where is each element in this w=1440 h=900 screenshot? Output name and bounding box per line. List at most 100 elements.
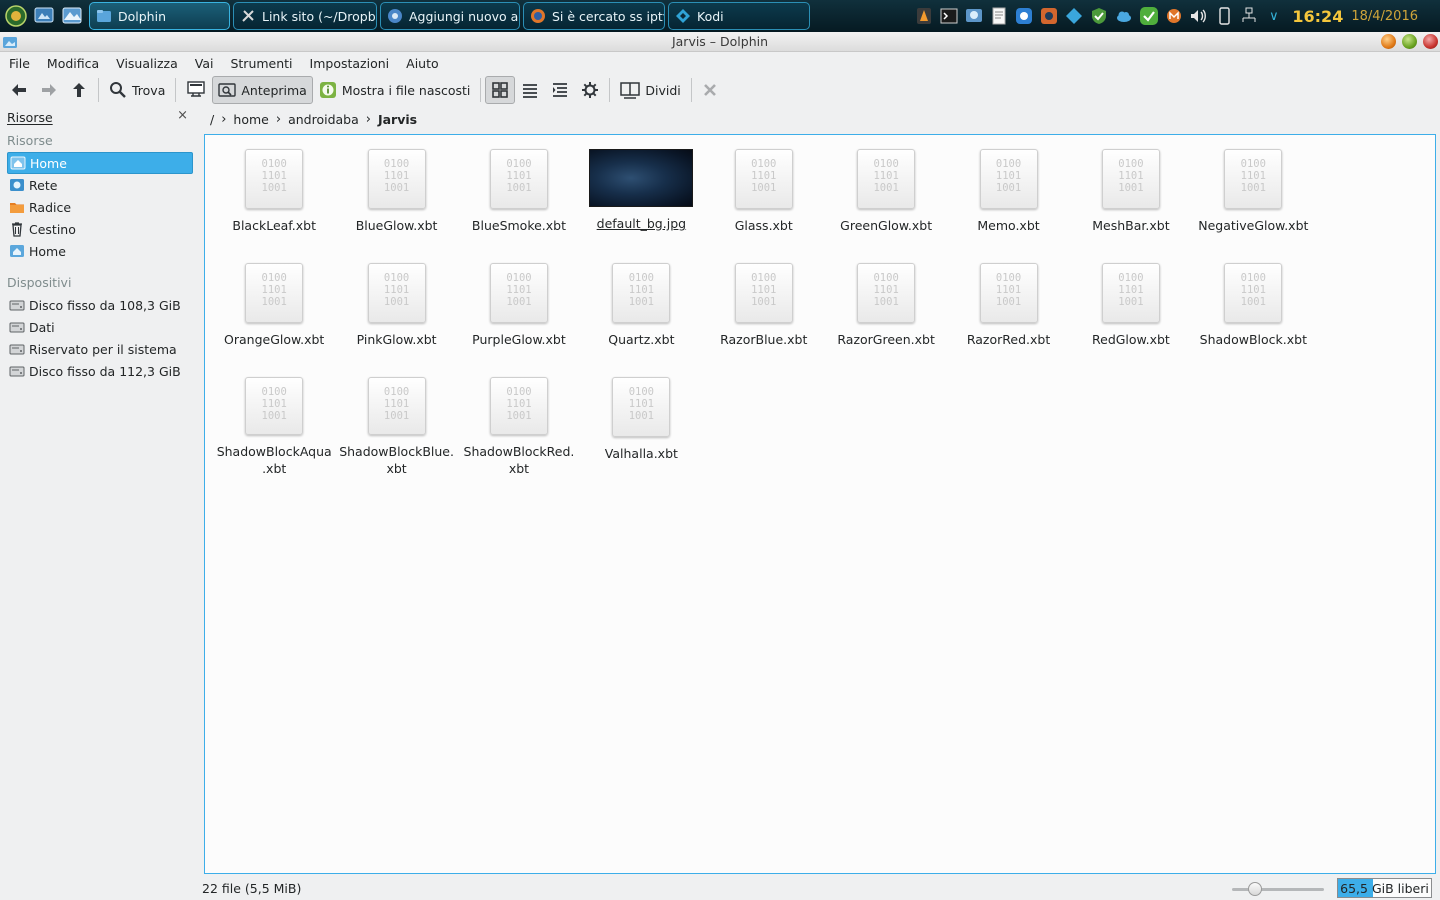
file-item[interactable]: 0100 1101 1001 PurpleGlow.xbt xyxy=(458,259,580,363)
file-item[interactable]: default_bg.jpg xyxy=(580,145,702,249)
chevron-right-icon[interactable]: › xyxy=(220,112,227,127)
devices-group-label: Dispositivi xyxy=(7,274,72,290)
showdesktop-icon[interactable] xyxy=(58,2,86,30)
breadcrumb-current[interactable]: Jarvis xyxy=(372,112,423,127)
menu-impostazioni[interactable]: Impostazioni xyxy=(310,56,390,71)
zoom-slider[interactable] xyxy=(1232,882,1324,896)
notes-icon[interactable] xyxy=(986,3,1011,29)
file-item[interactable]: 0100 1101 1001 BlueSmoke.xbt xyxy=(458,145,580,249)
device-reserved[interactable]: Riservato per il sistema xyxy=(7,338,193,360)
details-view-button[interactable] xyxy=(545,76,575,104)
chevron-right-icon[interactable]: › xyxy=(365,112,372,127)
task-link-sito[interactable]: Link sito (~/Dropb xyxy=(233,2,377,30)
task-kodi[interactable]: Kodi xyxy=(668,2,810,30)
menu-vai[interactable]: Vai xyxy=(195,56,214,71)
minimize-button[interactable] xyxy=(1381,34,1396,49)
icons-view-button[interactable] xyxy=(485,76,516,104)
menu-modifica[interactable]: Modifica xyxy=(47,56,99,71)
vlc-icon[interactable] xyxy=(911,3,936,29)
file-item[interactable]: 0100 1101 1001 Glass.xbt xyxy=(703,145,825,249)
place-network[interactable]: Rete xyxy=(7,174,193,196)
file-item[interactable]: 0100 1101 1001 NegativeGlow.xbt xyxy=(1192,145,1314,249)
binary-glyph: 0100 1101 1001 xyxy=(261,158,287,194)
task-aggiungi[interactable]: Aggiungi nuovo ar xyxy=(380,2,520,30)
check-icon[interactable] xyxy=(1136,3,1161,29)
toolbar-separator xyxy=(690,78,692,102)
mega-icon[interactable] xyxy=(1161,3,1186,29)
file-item[interactable]: 0100 1101 1001 PinkGlow.xbt xyxy=(335,259,457,363)
kodi-tray-icon[interactable] xyxy=(1061,3,1086,29)
file-item[interactable]: 0100 1101 1001 ShadowBlockRed.xbt xyxy=(458,373,580,477)
volume-icon[interactable] xyxy=(1186,3,1211,29)
hard-disk-icon xyxy=(9,363,25,379)
file-item[interactable]: 0100 1101 1001 BlackLeaf.xbt xyxy=(213,145,335,249)
show-hidden-files-toggle[interactable]: Mostra i file nascosti xyxy=(313,76,477,104)
file-item[interactable]: 0100 1101 1001 Quartz.xbt xyxy=(580,259,702,363)
zoom-slider-handle[interactable] xyxy=(1248,882,1262,896)
up-button[interactable] xyxy=(64,76,94,104)
file-item[interactable]: 0100 1101 1001 RazorRed.xbt xyxy=(947,259,1069,363)
free-space-indicator[interactable]: 65,5 GiB liberi xyxy=(1337,878,1432,898)
desktop-icon[interactable] xyxy=(30,2,58,30)
device-disk-108[interactable]: Disco fisso da 108,3 GiB xyxy=(7,294,193,316)
place-root[interactable]: Radice xyxy=(7,196,193,218)
breadcrumb-androidaba[interactable]: androidaba xyxy=(282,112,365,127)
compact-view-button[interactable] xyxy=(515,76,545,104)
place-trash[interactable]: Cestino xyxy=(7,218,193,240)
file-item[interactable]: 0100 1101 1001 RazorGreen.xbt xyxy=(825,259,947,363)
file-item[interactable]: 0100 1101 1001 RedGlow.xbt xyxy=(1070,259,1192,363)
file-view[interactable]: 0100 1101 1001 BlackLeaf.xbt 0100 1101 100… xyxy=(204,134,1436,874)
date[interactable]: 18/4/2016 xyxy=(1351,9,1418,24)
clock[interactable]: 16:24 xyxy=(1292,7,1343,26)
maximize-button[interactable] xyxy=(1402,34,1417,49)
task-dolphin[interactable]: Dolphin xyxy=(89,2,230,30)
file-item[interactable]: 0100 1101 1001 ShadowBlockAqua.xbt xyxy=(213,373,335,477)
preview-toggle[interactable]: Anteprima xyxy=(212,76,313,104)
phone-icon[interactable] xyxy=(1211,3,1236,29)
close-panel-button[interactable]: × xyxy=(177,108,188,123)
menu-file[interactable]: File xyxy=(9,56,30,71)
split-button[interactable]: Dividi xyxy=(614,76,686,104)
device-dati[interactable]: Dati xyxy=(7,316,193,338)
back-button[interactable] xyxy=(4,76,34,104)
binary-glyph: 0100 1101 1001 xyxy=(873,272,899,308)
find-button[interactable]: Trova xyxy=(103,76,171,104)
window-titlebar[interactable]: Jarvis – Dolphin xyxy=(0,32,1440,52)
app-menu-icon[interactable] xyxy=(2,2,30,30)
file-item[interactable]: 0100 1101 1001 Valhalla.xbt xyxy=(580,373,702,477)
place-home[interactable]: Home xyxy=(7,152,193,174)
breadcrumb-home[interactable]: home xyxy=(227,112,274,127)
webcam-icon[interactable] xyxy=(1036,3,1061,29)
panel-splitter[interactable] xyxy=(198,106,202,878)
chevron-down-icon[interactable]: ∨ xyxy=(1261,3,1286,29)
file-name: ShadowBlockRed.xbt xyxy=(463,444,575,476)
file-item[interactable]: 0100 1101 1001 OrangeGlow.xbt xyxy=(213,259,335,363)
teamviewer-icon[interactable] xyxy=(1011,3,1036,29)
network-icon[interactable] xyxy=(1236,3,1261,29)
file-item[interactable]: 0100 1101 1001 ShadowBlock.xbt xyxy=(1192,259,1314,363)
file-item[interactable]: 0100 1101 1001 RazorBlue.xbt xyxy=(703,259,825,363)
cloud-icon[interactable] xyxy=(1111,3,1136,29)
network-manager-icon[interactable] xyxy=(961,3,986,29)
file-name: BlackLeaf.xbt xyxy=(232,218,316,233)
place-home-2[interactable]: Home xyxy=(7,240,193,262)
menu-visualizza[interactable]: Visualizza xyxy=(116,56,178,71)
menu-strumenti[interactable]: Strumenti xyxy=(230,56,292,71)
stop-button[interactable] xyxy=(696,76,724,104)
file-item[interactable]: 0100 1101 1001 MeshBar.xbt xyxy=(1070,145,1192,249)
close-window-button[interactable] xyxy=(1423,34,1438,49)
file-item[interactable]: 0100 1101 1001 GreenGlow.xbt xyxy=(825,145,947,249)
chevron-right-icon[interactable]: › xyxy=(275,112,282,127)
forward-button[interactable] xyxy=(34,76,64,104)
breadcrumb-root[interactable]: / xyxy=(204,112,220,127)
menu-aiuto[interactable]: Aiuto xyxy=(406,56,439,71)
device-disk-112[interactable]: Disco fisso da 112,3 GiB xyxy=(7,360,193,382)
file-item[interactable]: 0100 1101 1001 BlueGlow.xbt xyxy=(335,145,457,249)
file-item[interactable]: 0100 1101 1001 Memo.xbt xyxy=(947,145,1069,249)
task-si-cercato[interactable]: Si è cercato ss iptv xyxy=(523,2,665,30)
terminal-icon[interactable] xyxy=(936,3,961,29)
view-settings-button[interactable] xyxy=(575,76,605,104)
shield-icon[interactable] xyxy=(1086,3,1111,29)
file-item[interactable]: 0100 1101 1001 ShadowBlockBlue.xbt xyxy=(335,373,457,477)
terminal-button[interactable] xyxy=(180,76,212,104)
